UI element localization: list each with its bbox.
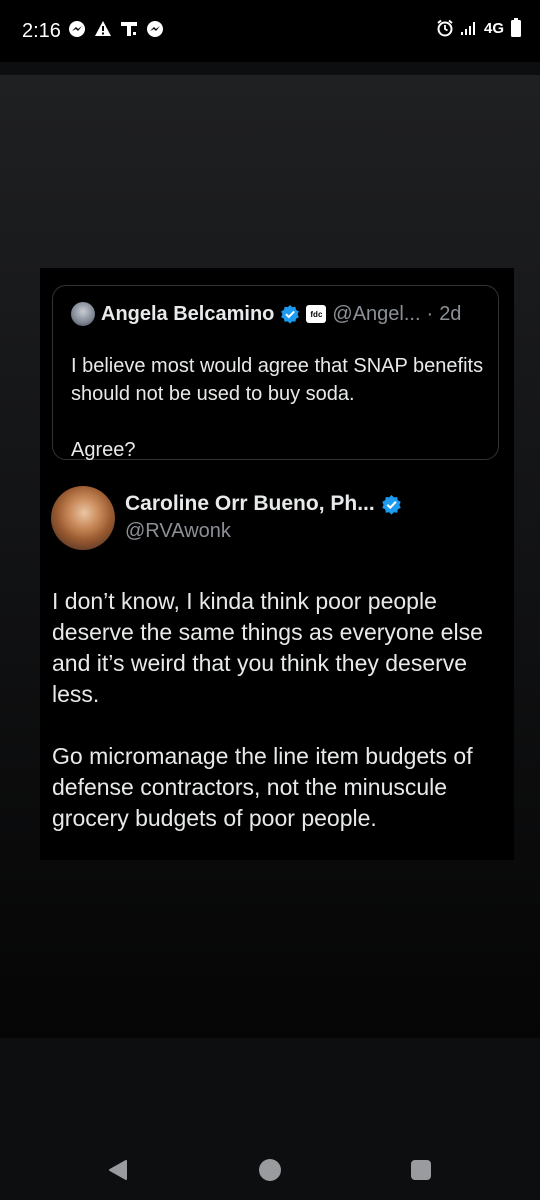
signal-icon [460, 20, 478, 36]
alarm-icon [436, 19, 454, 37]
recents-icon[interactable] [406, 1155, 436, 1185]
reply-paragraph: I don’t know, I kinda think poor people … [52, 588, 483, 707]
verified-badge-icon [381, 494, 402, 515]
reply-author-row: Caroline Orr Bueno, Ph... [125, 492, 402, 516]
affiliation-badge: fdc [306, 305, 327, 323]
author-handle: @RVAwonk [125, 520, 231, 542]
back-icon[interactable] [103, 1155, 133, 1185]
author-handle: @Angel... [332, 302, 421, 325]
home-icon[interactable] [255, 1155, 285, 1185]
verified-badge-icon [280, 304, 300, 324]
status-bar: 2:16 4G [0, 0, 540, 62]
tweet-time: 2d [439, 302, 462, 325]
quoted-tweet-header: Angela Belcamino fdc @Angel... · 2d [71, 302, 461, 326]
separator-dot: · [426, 302, 434, 325]
avatar [71, 302, 95, 326]
quoted-paragraph: Agree? [71, 439, 136, 461]
messenger-icon [68, 20, 86, 38]
quoted-paragraph: I believe most would agree that SNAP ben… [71, 355, 484, 405]
warning-icon [94, 20, 112, 38]
system-icons: 4G [436, 18, 522, 38]
avatar [51, 486, 115, 550]
reply-tweet-text: I don’t know, I kinda think poor people … [52, 586, 508, 834]
notification-icons [68, 20, 164, 38]
status-time: 2:16 [22, 20, 61, 42]
quoted-tweet-text: I believe most would agree that SNAP ben… [71, 352, 491, 464]
quoted-tweet: Angela Belcamino fdc @Angel... · 2d I be… [52, 285, 499, 461]
network-label: 4G [483, 19, 504, 37]
tweet-screenshot: Angela Belcamino fdc @Angel... · 2d I be… [40, 268, 514, 860]
reply-paragraph: Go micromanage the line item budgets of … [52, 743, 473, 831]
battery-icon [510, 18, 522, 38]
messenger-icon [146, 20, 164, 38]
author-name: Angela Belcamino [101, 302, 275, 325]
navigation-bar [0, 1120, 540, 1200]
t-icon [120, 20, 138, 38]
author-name: Caroline Orr Bueno, Ph... [125, 492, 375, 515]
